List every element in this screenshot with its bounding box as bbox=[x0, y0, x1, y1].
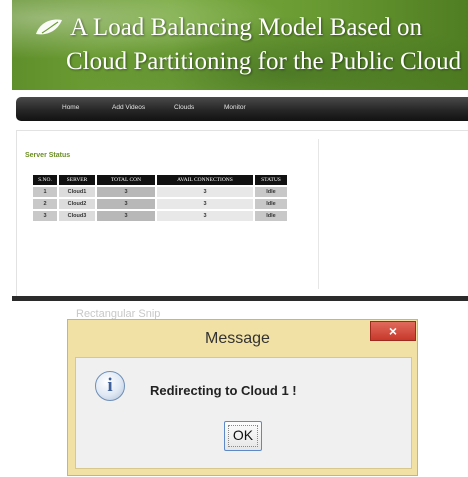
ok-button[interactable]: OK bbox=[224, 421, 262, 451]
server-status-heading: Server Status bbox=[25, 152, 71, 159]
nav-clouds-link[interactable]: Clouds bbox=[174, 104, 194, 111]
message-dialog: Message × i Redirecting to Cloud 1 ! OK bbox=[67, 319, 418, 476]
page-bottom-edge bbox=[12, 296, 468, 301]
dialog-title: Message bbox=[205, 330, 270, 347]
cell-avail-connections: 3 bbox=[157, 211, 253, 221]
cell-server: Cloud2 bbox=[59, 199, 95, 209]
cell-avail-connections: 3 bbox=[157, 187, 253, 197]
banner-title-line1: A Load Balancing Model Based on bbox=[34, 14, 468, 42]
col-header-avail-connections: AVAIL CONNECTIONS bbox=[157, 175, 253, 185]
cell-avail-connections: 3 bbox=[157, 199, 253, 209]
web-page-screenshot: A Load Balancing Model Based on Cloud Pa… bbox=[12, 0, 468, 301]
dialog-message: Redirecting to Cloud 1 ! bbox=[150, 383, 297, 398]
cell-sno: 2 bbox=[33, 199, 57, 209]
main-content-panel: Server Status S.NO. SERVER TOTAL CON AVA… bbox=[16, 130, 468, 297]
banner-title-line2: Cloud Partitioning for the Public Cloud bbox=[66, 48, 462, 75]
cell-total-con: 3 bbox=[97, 211, 155, 221]
info-icon: i bbox=[95, 371, 125, 401]
cell-server: Cloud1 bbox=[59, 187, 95, 197]
dialog-body: i Redirecting to Cloud 1 ! OK bbox=[75, 357, 412, 469]
dialog-title-bar[interactable]: Message bbox=[68, 320, 417, 356]
col-header-server: SERVER bbox=[59, 175, 95, 185]
col-header-sno: S.NO. bbox=[33, 175, 57, 185]
table-row: 3 Cloud3 3 3 Idle bbox=[33, 211, 287, 221]
table-row: 2 Cloud2 3 3 Idle bbox=[33, 199, 287, 209]
col-header-status: STATUS bbox=[255, 175, 287, 185]
nav-home-link[interactable]: Home bbox=[62, 104, 79, 111]
cell-total-con: 3 bbox=[97, 187, 155, 197]
nav-monitor-link[interactable]: Monitor bbox=[224, 104, 246, 111]
cell-sno: 1 bbox=[33, 187, 57, 197]
site-banner: A Load Balancing Model Based on Cloud Pa… bbox=[12, 0, 468, 90]
cell-server: Cloud3 bbox=[59, 211, 95, 221]
cell-status: Idle bbox=[255, 187, 287, 197]
table-header-row: S.NO. SERVER TOTAL CON AVAIL CONNECTIONS… bbox=[33, 175, 287, 185]
ok-focus-ring bbox=[228, 425, 258, 447]
server-status-table: S.NO. SERVER TOTAL CON AVAIL CONNECTIONS… bbox=[31, 173, 289, 223]
cell-status: Idle bbox=[255, 211, 287, 221]
leaf-logo-icon bbox=[36, 19, 62, 35]
content-divider bbox=[318, 139, 319, 289]
cell-status: Idle bbox=[255, 199, 287, 209]
cell-total-con: 3 bbox=[97, 199, 155, 209]
top-nav-bar: Home Add Videos Clouds Monitor bbox=[16, 97, 468, 121]
close-button[interactable]: × bbox=[370, 321, 416, 341]
table-row: 1 Cloud1 3 3 Idle bbox=[33, 187, 287, 197]
nav-add-videos-link[interactable]: Add Videos bbox=[112, 104, 145, 111]
cell-sno: 3 bbox=[33, 211, 57, 221]
col-header-total-con: TOTAL CON bbox=[97, 175, 155, 185]
